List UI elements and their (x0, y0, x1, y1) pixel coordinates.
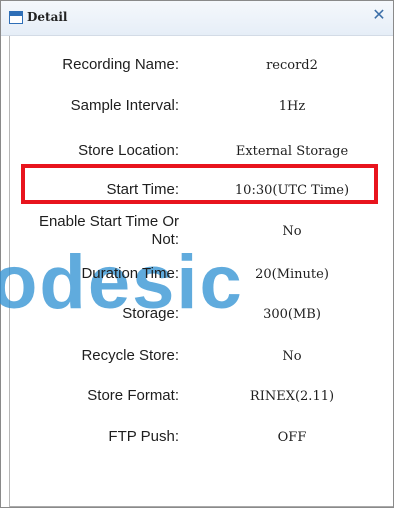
window-icon (9, 11, 23, 24)
duration-time-value: 20(Minute) (255, 267, 329, 282)
enable-start-time-label: Enable Start Time Or Not: (38, 213, 179, 248)
recording-name-label: Recording Name: (62, 56, 179, 73)
enable-start-time-value: No (282, 224, 302, 239)
sample-interval-label: Sample Interval: (70, 97, 179, 114)
store-format-label: Store Format: (87, 387, 179, 404)
close-icon[interactable]: ✕ (371, 7, 387, 25)
recycle-store-label: Recycle Store: (81, 347, 179, 364)
storage-label: Storage: (122, 305, 179, 322)
store-location-label: Store Location: (78, 142, 179, 159)
storage-value: 300(MB) (263, 307, 321, 322)
sample-interval-value: 1Hz (278, 99, 306, 114)
recycle-store-value: No (282, 349, 302, 364)
detail-body: odesic Recording Name: record2 Sample In… (0, 36, 393, 507)
recording-name-value: record2 (266, 58, 318, 73)
bottom-divider (10, 506, 393, 507)
detail-dialog: Detail ✕ odesic Recording Name: record2 … (0, 0, 394, 508)
ftp-push-value: OFF (277, 430, 307, 445)
store-format-value: RINEX(2.11) (249, 389, 335, 404)
ftp-push-label: FTP Push: (108, 428, 179, 445)
start-time-label: Start Time: (106, 181, 179, 198)
duration-time-label: Duration Time: (81, 265, 179, 282)
dialog-title: Detail (27, 10, 68, 24)
start-time-value: 10:30(UTC Time) (234, 183, 350, 198)
title-bar[interactable]: Detail ✕ (1, 1, 393, 36)
store-location-value: External Storage (235, 144, 349, 159)
